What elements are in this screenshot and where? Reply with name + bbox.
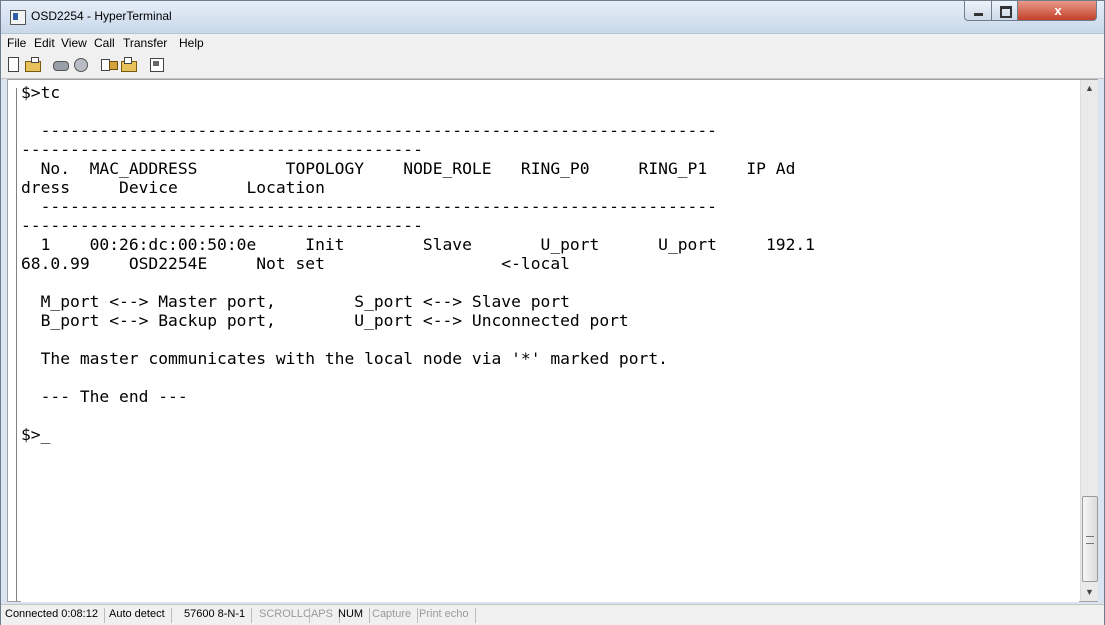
status-print-echo: Print echo [419, 608, 476, 623]
terminal-line: ----------------------------------------… [21, 121, 717, 140]
send-file-icon[interactable] [100, 56, 118, 73]
status-emulation: Auto detect [109, 608, 172, 623]
new-document-icon[interactable] [4, 56, 22, 73]
maximize-button[interactable] [991, 1, 1018, 21]
terminal-line: The master communicates with the local n… [21, 349, 668, 368]
menu-call[interactable]: Call [94, 36, 115, 50]
terminal-line: ----------------------------------------… [21, 140, 423, 159]
terminal-line: 68.0.99 OSD2254E Not set <-local [21, 254, 570, 273]
terminal-area[interactable]: $>tc -----------------------------------… [7, 79, 1098, 602]
scroll-up-arrow-icon[interactable]: ▲ [1081, 80, 1098, 97]
status-num: NUM [338, 608, 371, 623]
title-bar[interactable]: OSD2254 - HyperTerminal x [1, 1, 1104, 34]
terminal-line: ----------------------------------------… [21, 216, 423, 235]
menu-edit[interactable]: Edit [34, 36, 55, 50]
terminal-line: $>_ [21, 425, 51, 444]
status-connected: Connected 0:08:12 [5, 608, 105, 623]
toolbar [1, 52, 1104, 79]
minimize-button[interactable] [964, 1, 992, 21]
menu-bar: File Edit View Call Transfer Help [1, 34, 1104, 52]
terminal-line: ----------------------------------------… [21, 197, 717, 216]
status-capture: Capture [372, 608, 419, 623]
receive-file-icon[interactable] [120, 56, 138, 73]
terminal-line: M_port <--> Master port, S_port <--> Sla… [21, 292, 570, 311]
status-caps: CAPS [303, 608, 340, 623]
scrollbar-grip-icon [1086, 536, 1094, 544]
status-port-settings: 57600 8-N-1 [184, 608, 253, 623]
open-folder-icon[interactable] [24, 56, 42, 73]
scrollbar-thumb[interactable] [1082, 496, 1098, 582]
terminal-line: B_port <--> Backup port, U_port <--> Unc… [21, 311, 629, 330]
terminal-line: $>tc [21, 83, 61, 102]
window-title: OSD2254 - HyperTerminal [31, 9, 172, 23]
terminal-output[interactable]: $>tc -----------------------------------… [21, 83, 1079, 602]
terminal-line: --- The end --- [21, 387, 188, 406]
phone-dial-icon[interactable] [52, 56, 70, 73]
terminal-line: dress Device Location [21, 178, 325, 197]
menu-file[interactable]: File [7, 36, 26, 50]
terminal-line: No. MAC_ADDRESS TOPOLOGY NODE_ROLE RING_… [21, 159, 796, 178]
vertical-scrollbar[interactable]: ▲ ▼ [1080, 80, 1098, 601]
close-icon: x [1054, 3, 1062, 18]
disconnect-icon[interactable] [72, 56, 90, 73]
terminal-line: 1 00:26:dc:00:50:0e Init Slave U_port U_… [21, 235, 815, 254]
hyperterminal-app-icon[interactable] [10, 10, 26, 25]
menu-transfer[interactable]: Transfer [123, 36, 167, 50]
status-bar: Connected 0:08:12 Auto detect 57600 8-N-… [1, 604, 1104, 625]
menu-help[interactable]: Help [179, 36, 204, 50]
terminal-left-edge [16, 88, 17, 601]
properties-icon[interactable] [148, 56, 166, 73]
scroll-down-arrow-icon[interactable]: ▼ [1081, 584, 1098, 601]
menu-view[interactable]: View [61, 36, 87, 50]
close-button[interactable]: x [1017, 1, 1097, 21]
hyperterminal-window: OSD2254 - HyperTerminal x File Edit View… [0, 0, 1105, 625]
